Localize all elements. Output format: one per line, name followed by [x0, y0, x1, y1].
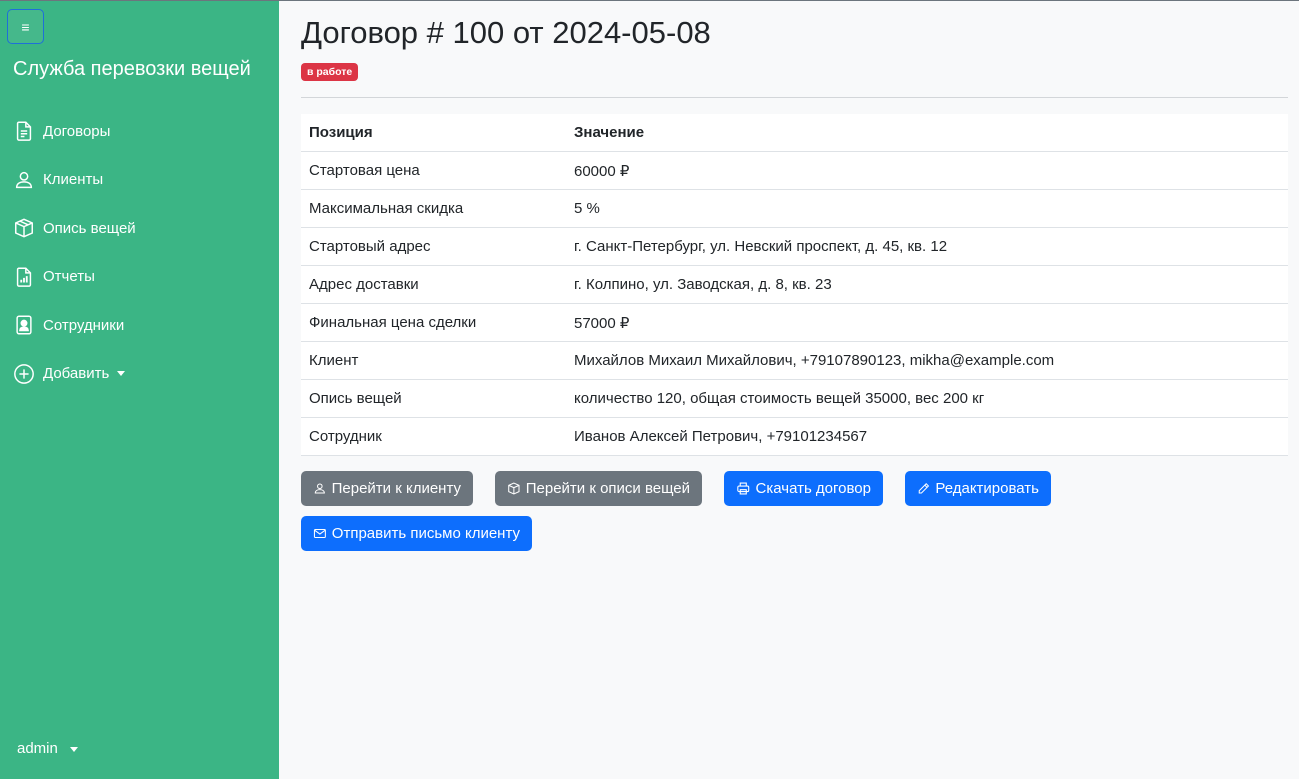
page-title: Договор # 100 от 2024-05-08: [301, 15, 711, 50]
row-value: г. Санкт-Петербург, ул. Невский проспект…: [566, 227, 1288, 266]
go-to-inventory-button[interactable]: Перейти к описи вещей: [495, 471, 702, 506]
row-label: Стартовая цена: [301, 151, 566, 190]
row-label: Клиент: [301, 341, 566, 380]
brand-title: Служба перевозки вещей: [13, 58, 251, 80]
sidebar-item-contracts[interactable]: Договоры: [12, 107, 272, 156]
table-row: Сотрудник Иванов Алексей Петрович, +7910…: [301, 417, 1288, 456]
document-icon: [12, 119, 36, 143]
row-value: Михайлов Михаил Михайлович, +79107890123…: [566, 341, 1288, 380]
chevron-down-icon: [117, 371, 126, 377]
button-label: Редактировать: [935, 480, 1039, 497]
row-label: Стартовый адрес: [301, 227, 566, 266]
plus-circle-icon: [12, 362, 36, 386]
pencil-icon: [918, 483, 930, 494]
row-label: Финальная цена сделки: [301, 303, 566, 342]
button-label: Перейти к клиенту: [331, 480, 461, 497]
table-row: Максимальная скидка 5 %: [301, 189, 1288, 228]
row-label: Опись вещей: [301, 379, 566, 418]
row-value: г. Колпино, ул. Заводская, д. 8, кв. 23: [566, 265, 1288, 304]
sidebar-item-label: Клиенты: [43, 171, 104, 189]
table-row: Стартовая цена 60000 ₽: [301, 151, 1288, 190]
table-row: Стартовый адрес г. Санкт-Петербург, ул. …: [301, 227, 1288, 266]
sidebar-item-label: Договоры: [43, 122, 111, 140]
sidebar-item-label: Опись вещей: [43, 219, 136, 237]
sidebar-item-employees[interactable]: Сотрудники: [12, 301, 272, 350]
table-row: Адрес доставки г. Колпино, ул. Заводская…: [301, 265, 1288, 304]
sidebar-nav: Договоры Клиенты Опись вещей Отчеты Сотр…: [12, 107, 272, 398]
table-row: Опись вещей количество 120, общая стоимо…: [301, 379, 1288, 418]
report-icon: [12, 265, 36, 289]
table-row: Финальная цена сделки 57000 ₽: [301, 303, 1288, 342]
column-header-value: Значение: [566, 114, 1288, 152]
divider: [301, 97, 1288, 98]
download-contract-button[interactable]: Скачать договор: [724, 471, 883, 506]
sidebar-toggle-button[interactable]: ≡: [7, 9, 44, 44]
button-label: Скачать договор: [755, 480, 871, 497]
user-name: admin: [17, 740, 58, 757]
envelope-icon: [313, 528, 326, 539]
edit-button[interactable]: Редактировать: [905, 471, 1051, 506]
table-row: Клиент Михайлов Михаил Михайлович, +7910…: [301, 341, 1288, 380]
sidebar-item-add[interactable]: Добавить: [12, 350, 272, 399]
sidebar-item-reports[interactable]: Отчеты: [12, 253, 272, 302]
row-value: 5 %: [566, 189, 1288, 228]
row-value: количество 120, общая стоимость вещей 35…: [566, 379, 1288, 418]
person-icon: [314, 483, 325, 494]
box-icon: [12, 216, 36, 240]
contract-details-table: Позиция Значение Стартовая цена 60000 ₽ …: [301, 114, 1288, 456]
badge-icon: [12, 313, 36, 337]
box-icon: [508, 482, 520, 495]
chevron-down-icon: [70, 746, 79, 752]
sidebar: ≡ Служба перевозки вещей Договоры Клиент…: [0, 1, 279, 779]
button-label: Отправить письмо клиенту: [331, 525, 520, 542]
go-to-client-button[interactable]: Перейти к клиенту: [301, 471, 473, 506]
printer-icon: [737, 482, 750, 495]
sidebar-item-inventory[interactable]: Опись вещей: [12, 204, 272, 253]
sidebar-item-clients[interactable]: Клиенты: [12, 156, 272, 205]
person-icon: [12, 168, 36, 192]
row-label: Максимальная скидка: [301, 189, 566, 228]
row-label: Сотрудник: [301, 417, 566, 456]
row-value: 57000 ₽: [566, 303, 1288, 342]
user-menu[interactable]: admin: [17, 740, 79, 757]
sidebar-item-label: Отчеты: [43, 268, 95, 286]
row-value: 60000 ₽: [566, 151, 1288, 190]
row-value: Иванов Алексей Петрович, +79101234567: [566, 417, 1288, 456]
column-header-position: Позиция: [301, 114, 566, 152]
status-badge: в работе: [301, 63, 359, 81]
button-label: Перейти к описи вещей: [525, 480, 690, 497]
sidebar-item-label: Добавить: [43, 365, 110, 383]
send-email-button[interactable]: Отправить письмо клиенту: [301, 516, 532, 551]
row-label: Адрес доставки: [301, 265, 566, 304]
sidebar-item-label: Сотрудники: [43, 316, 125, 334]
table-header-row: Позиция Значение: [301, 114, 1288, 152]
